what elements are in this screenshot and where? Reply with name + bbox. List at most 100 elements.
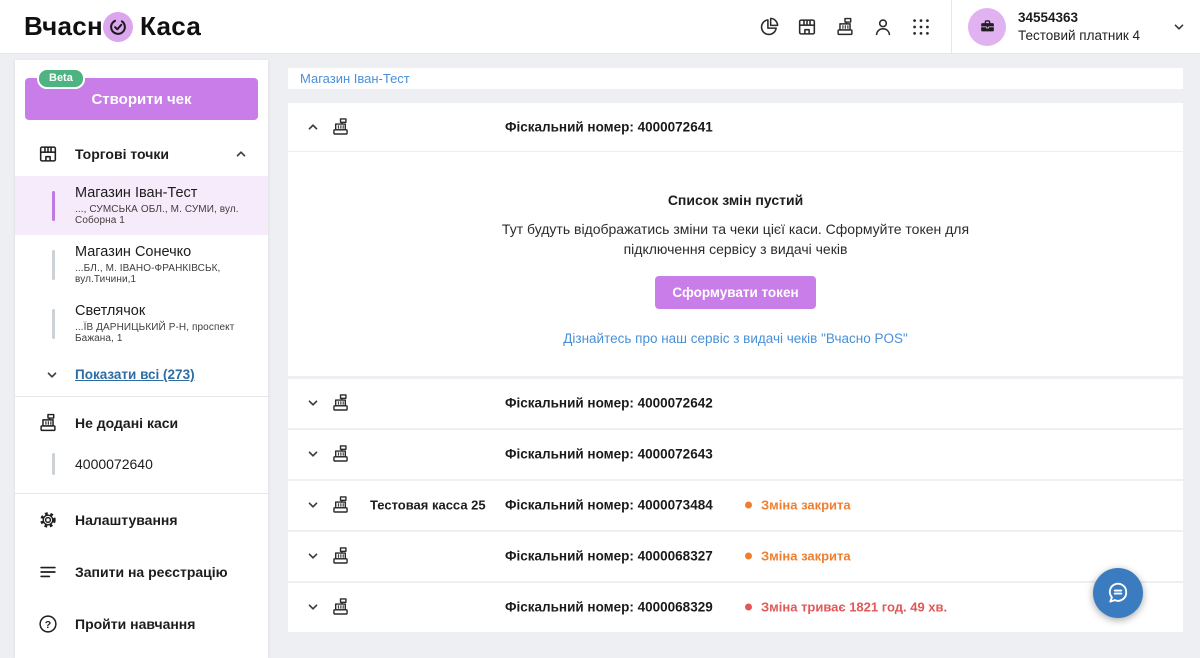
kasa-name: Тестовая касса 25: [370, 498, 500, 513]
chevron-down-icon[interactable]: [306, 549, 320, 563]
status-text: Зміна закрита: [761, 498, 851, 513]
status-dot-icon: [745, 604, 752, 611]
sidebar-section-trade-points[interactable]: Торгові точки: [15, 128, 268, 176]
trade-point-item[interactable]: Магазин Сонечко ...БЛ., М. ІВАНО-ФРАНКІВ…: [15, 235, 268, 294]
cash-register-icon: [330, 597, 351, 618]
apps-grid-icon[interactable]: [909, 15, 933, 39]
unadded-kasa-item[interactable]: 4000072640: [15, 445, 268, 483]
person-icon[interactable]: [871, 15, 895, 39]
sidebar-section-unadded-kasas[interactable]: Не додані каси: [15, 397, 268, 445]
breadcrumb-link[interactable]: Магазин Іван-Тест: [300, 71, 410, 86]
status-dot-icon: [745, 502, 752, 509]
cash-register-icon: [330, 393, 351, 414]
kasa-card: Тестовая касса 25 Фіскальний номер: 4000…: [288, 481, 1183, 530]
menu-label: Запити на реєстрацію: [75, 564, 228, 580]
account-switcher[interactable]: 34554363 Тестовий платник 4: [952, 0, 1200, 54]
empty-state-text: Тут будуть відображатись зміни та чеки ц…: [463, 220, 1008, 260]
status-dot-icon: [745, 553, 752, 560]
empty-shifts-panel: Список змін пустий Тут будуть відображат…: [288, 152, 1183, 376]
main-content: Магазин Іван-Тест Фіскальний номер: 4000…: [288, 68, 1183, 634]
kasa-fiscal-number: Фіскальний номер: 4000068329: [505, 600, 713, 615]
kasa-row[interactable]: Фіскальний номер: 4000068327 Зміна закри…: [288, 532, 1183, 581]
briefcase-avatar-icon: [968, 8, 1006, 46]
vchasno-check-icon: [103, 12, 133, 42]
logo-text-pre: Вчасн: [24, 11, 103, 42]
section-title: Торгові точки: [75, 146, 169, 162]
chevron-down-icon[interactable]: [306, 600, 320, 614]
kasa-row[interactable]: Фіскальний номер: 4000068329 Зміна трива…: [288, 583, 1183, 632]
trade-point-name: Магазин Сонечко: [75, 244, 260, 260]
kasa-list: Фіскальний номер: 4000072642 Фіскальний …: [288, 379, 1183, 632]
section-title: Не додані каси: [75, 415, 178, 431]
chevron-up-icon[interactable]: [234, 147, 248, 161]
trade-point-name: Светлячок: [75, 303, 260, 319]
app-logo[interactable]: Вчасн Каса: [24, 11, 201, 42]
header-icon-group: [743, 15, 933, 39]
show-all-trade-points[interactable]: Показати всі (273): [15, 353, 268, 396]
kasa-card: Фіскальний номер: 4000068327 Зміна закри…: [288, 532, 1183, 581]
account-name: Тестовий платник 4: [1018, 27, 1140, 45]
cash-register-icon: [330, 444, 351, 465]
trade-points-list: Магазин Іван-Тест ..., СУМСЬКА ОБЛ., М. …: [15, 176, 268, 353]
list-lines-icon: [37, 561, 59, 583]
kasa-card: Фіскальний номер: 4000072643: [288, 430, 1183, 479]
generate-token-button[interactable]: Сформувати токен: [655, 276, 815, 309]
cash-register-icon: [330, 117, 351, 138]
trade-point-item[interactable]: Магазин Іван-Тест ..., СУМСЬКА ОБЛ., М. …: [15, 176, 268, 235]
storefront-icon: [37, 143, 59, 165]
kasa-row[interactable]: Фіскальний номер: 4000072641: [288, 103, 1183, 152]
empty-state-title: Список змін пустий: [308, 192, 1163, 208]
gear-icon: [37, 509, 59, 531]
reports-pie-chart-icon[interactable]: [757, 15, 781, 39]
kasa-card: Фіскальний номер: 4000068329 Зміна трива…: [288, 583, 1183, 632]
status-text: Зміна триває 1821 год. 49 хв.: [761, 600, 947, 615]
active-indicator-bar: [52, 250, 55, 280]
chevron-down-icon[interactable]: [1172, 20, 1186, 34]
menu-label: Пройти навчання: [75, 616, 195, 632]
kasa-row[interactable]: Фіскальний номер: 4000072642: [288, 379, 1183, 428]
trade-point-item[interactable]: Светлячок ...ЇВ ДАРНИЦЬКИЙ Р-Н, проспект…: [15, 294, 268, 353]
kasa-card-expanded: Фіскальний номер: 4000072641 Список змін…: [288, 103, 1183, 376]
kasa-card: Фіскальний номер: 4000072642: [288, 379, 1183, 428]
vchasno-pos-link[interactable]: Дізнайтесь про наш сервіс з видачі чеків…: [308, 331, 1163, 346]
account-info: 34554363 Тестовий платник 4: [1018, 9, 1140, 44]
app-header: Вчасн Каса 34554363 Тестовий платник 4: [0, 0, 1200, 54]
sidebar-item-registration-requests[interactable]: Запити на реєстрацію: [15, 546, 268, 598]
active-indicator-bar: [52, 309, 55, 339]
sidebar-item-settings[interactable]: Налаштування: [15, 494, 268, 546]
trade-point-address: ..., СУМСЬКА ОБЛ., М. СУМИ, вул. Соборна…: [75, 204, 260, 226]
chevron-down-icon[interactable]: [306, 498, 320, 512]
active-indicator-bar: [52, 191, 55, 221]
kasa-fiscal-number: Фіскальний номер: 4000072643: [505, 447, 713, 462]
beta-badge: Beta: [37, 68, 85, 89]
chevron-down-icon[interactable]: [306, 447, 320, 461]
breadcrumb: Магазин Іван-Тест: [288, 68, 1183, 89]
cash-register-icon: [37, 412, 59, 434]
trade-point-address: ...БЛ., М. ІВАНО-ФРАНКІВСЬК, вул.Тичини,…: [75, 263, 260, 285]
kasa-row[interactable]: Фіскальний номер: 4000072643: [288, 430, 1183, 479]
menu-label: Налаштування: [75, 512, 178, 528]
kasa-status: Зміна закрита: [745, 549, 851, 564]
kasa-row[interactable]: Тестовая касса 25 Фіскальний номер: 4000…: [288, 481, 1183, 530]
sidebar: Створити чек Beta Торгові точки Магазин …: [15, 60, 268, 658]
storefront-icon[interactable]: [795, 15, 819, 39]
help-circle-icon: ?: [37, 613, 59, 635]
chevron-down-icon: [45, 368, 59, 382]
chat-support-button[interactable]: [1093, 568, 1143, 618]
cash-register-icon: [330, 546, 351, 567]
status-text: Зміна закрита: [761, 549, 851, 564]
kasa-status: Зміна закрита: [745, 498, 851, 513]
chevron-up-icon[interactable]: [306, 120, 320, 134]
svg-text:?: ?: [45, 619, 51, 631]
cash-register-icon[interactable]: [833, 15, 857, 39]
kasa-fiscal-number: Фіскальний номер: 4000072641: [505, 120, 713, 135]
logo-text-post: Каса: [140, 11, 201, 42]
show-all-link[interactable]: Показати всі (273): [75, 367, 195, 382]
kasa-fiscal-number: Фіскальний номер: 4000072642: [505, 396, 713, 411]
kasa-status: Зміна триває 1821 год. 49 хв.: [745, 600, 947, 615]
account-id: 34554363: [1018, 9, 1140, 27]
chevron-down-icon[interactable]: [306, 396, 320, 410]
trade-point-address: ...ЇВ ДАРНИЦЬКИЙ Р-Н, проспект Бажана, 1: [75, 322, 260, 344]
cash-register-icon: [330, 495, 351, 516]
sidebar-item-training[interactable]: ? Пройти навчання: [15, 598, 268, 650]
